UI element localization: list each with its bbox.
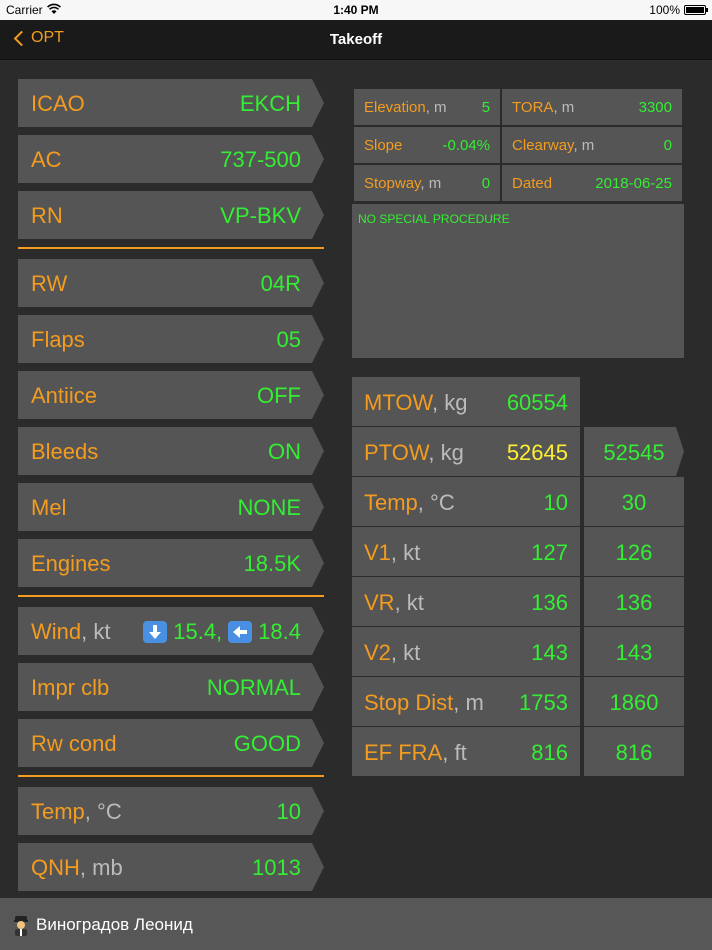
wind-value: 15.4, 18.4	[141, 619, 301, 645]
bleeds-field[interactable]: Bleeds ON	[18, 427, 324, 475]
stop-dist-label: Stop Dist, m	[364, 690, 484, 715]
mtow-value: 60554	[506, 390, 568, 415]
icao-field[interactable]: ICAO EKCH	[18, 79, 324, 127]
perf-temp-label: Temp, °C	[364, 490, 455, 515]
rw-cond-field[interactable]: Rw cond GOOD	[18, 719, 324, 767]
perf-temp-alt: 30	[584, 477, 684, 526]
input-panel: ICAO EKCH AC 737-500 RN VP-BKV RW 04R Fl…	[18, 79, 324, 899]
stop-dist-alt: 1860	[584, 677, 684, 726]
crosswind-value: 18.4	[258, 619, 301, 644]
engines-label: Engines	[31, 551, 111, 576]
battery-percent: 100%	[649, 3, 680, 17]
ptow-label: PTOW, kg	[364, 440, 464, 465]
runway-info-table: Elevation, m5 TORA, m 3300 Slope -0.04% Cl…	[351, 87, 684, 203]
impr-clb-value: NORMAL	[206, 675, 301, 700]
status-bar: Carrier 1:40 PM 100%	[0, 0, 712, 20]
impr-clb-label: Impr clb	[31, 675, 110, 700]
icao-value: EKCH	[239, 91, 301, 116]
vr-label: VR, kt	[364, 590, 424, 615]
mel-label: Mel	[31, 495, 67, 520]
section-divider	[18, 247, 324, 249]
v2-label: V2, kt	[364, 640, 421, 665]
slope-cell: Slope -0.04%	[351, 125, 503, 165]
arrow-down-icon	[143, 621, 168, 643]
procedure-text: NO SPECIAL PROCEDURE	[352, 204, 684, 358]
temp-value: 10	[276, 799, 301, 824]
antiice-field[interactable]: Antiice OFF	[18, 371, 324, 419]
pilot-icon	[14, 916, 28, 936]
bottom-bar: Виноградов Леонид	[0, 898, 712, 950]
ac-value: 737-500	[220, 147, 301, 172]
qnh-value: 1013	[252, 855, 301, 880]
flaps-field[interactable]: Flaps 05	[18, 315, 324, 363]
bleeds-value: ON	[268, 439, 301, 464]
vr-value: 136	[531, 590, 568, 615]
elevation-cell: Elevation, m5	[351, 87, 503, 127]
stop-dist-value: 1753	[519, 690, 568, 715]
mel-value: NONE	[237, 495, 301, 520]
flaps-value: 05	[276, 327, 301, 352]
antiice-value: OFF	[257, 383, 301, 408]
impr-clb-field[interactable]: Impr clb NORMAL	[18, 663, 324, 711]
wind-field[interactable]: Wind, kt 15.4, 18.4	[18, 607, 324, 655]
stopway-cell: Stopway, m0	[351, 163, 503, 203]
qnh-field[interactable]: QNH, mb 1013	[18, 843, 324, 891]
temp-field[interactable]: Temp, °C 10	[18, 787, 324, 835]
mel-field[interactable]: Mel NONE	[18, 483, 324, 531]
flaps-label: Flaps	[31, 327, 85, 352]
section-divider	[18, 595, 324, 597]
arrow-left-icon	[228, 621, 253, 643]
ac-field[interactable]: AC 737-500	[18, 135, 324, 183]
clock: 1:40 PM	[333, 3, 379, 17]
ef-fra-alt: 816	[584, 727, 684, 776]
rw-label: RW	[31, 271, 68, 296]
clearway-cell: Clearway, m0	[500, 125, 684, 165]
rw-field[interactable]: RW 04R	[18, 259, 324, 307]
mtow-label: MTOW, kg	[364, 390, 468, 415]
v1-label: V1, kt	[364, 540, 421, 565]
vr-alt: 136	[584, 577, 684, 626]
wind-label: Wind, kt	[31, 619, 111, 644]
icao-label: ICAO	[31, 91, 85, 116]
ef-fra-label: EF FRA, ft	[364, 740, 467, 765]
v1-alt: 126	[584, 527, 684, 576]
section-divider	[18, 775, 324, 777]
ef-fra-value: 816	[531, 740, 568, 765]
qnh-label: QNH, mb	[31, 855, 123, 880]
page-title: Takeoff	[329, 31, 383, 48]
rw-cond-label: Rw cond	[31, 731, 117, 756]
engines-field[interactable]: Engines 18.5K	[18, 539, 324, 587]
ptow-alt-button[interactable]: 52545	[584, 427, 684, 476]
user-name: Виноградов Леонид	[36, 915, 193, 934]
engines-value: 18.5K	[243, 551, 302, 576]
antiice-label: Antiice	[31, 383, 98, 408]
user-info[interactable]: Виноградов Леонид	[12, 914, 193, 936]
rw-value: 04R	[260, 271, 301, 296]
temp-label: Temp, °C	[31, 799, 122, 824]
dated-cell: Dated 2018-06-25	[500, 163, 684, 203]
v2-alt: 143	[584, 627, 684, 676]
headwind-value: 15.4,	[173, 619, 223, 644]
tora-cell: TORA, m 3300	[500, 87, 684, 127]
v2-value: 143	[531, 640, 568, 665]
battery-icon	[684, 5, 708, 15]
rn-label: RN	[31, 203, 63, 228]
rn-field[interactable]: RN VP-BKV	[18, 191, 324, 239]
rn-value: VP-BKV	[220, 203, 301, 228]
rw-cond-value: GOOD	[233, 731, 301, 756]
ptow-value: 52645	[506, 440, 568, 465]
perf-temp-value: 10	[543, 490, 568, 515]
v1-value: 127	[531, 540, 568, 565]
bleeds-label: Bleeds	[31, 439, 99, 464]
ac-label: AC	[31, 147, 62, 172]
navigation-bar: OPT Takeoff	[0, 20, 712, 60]
